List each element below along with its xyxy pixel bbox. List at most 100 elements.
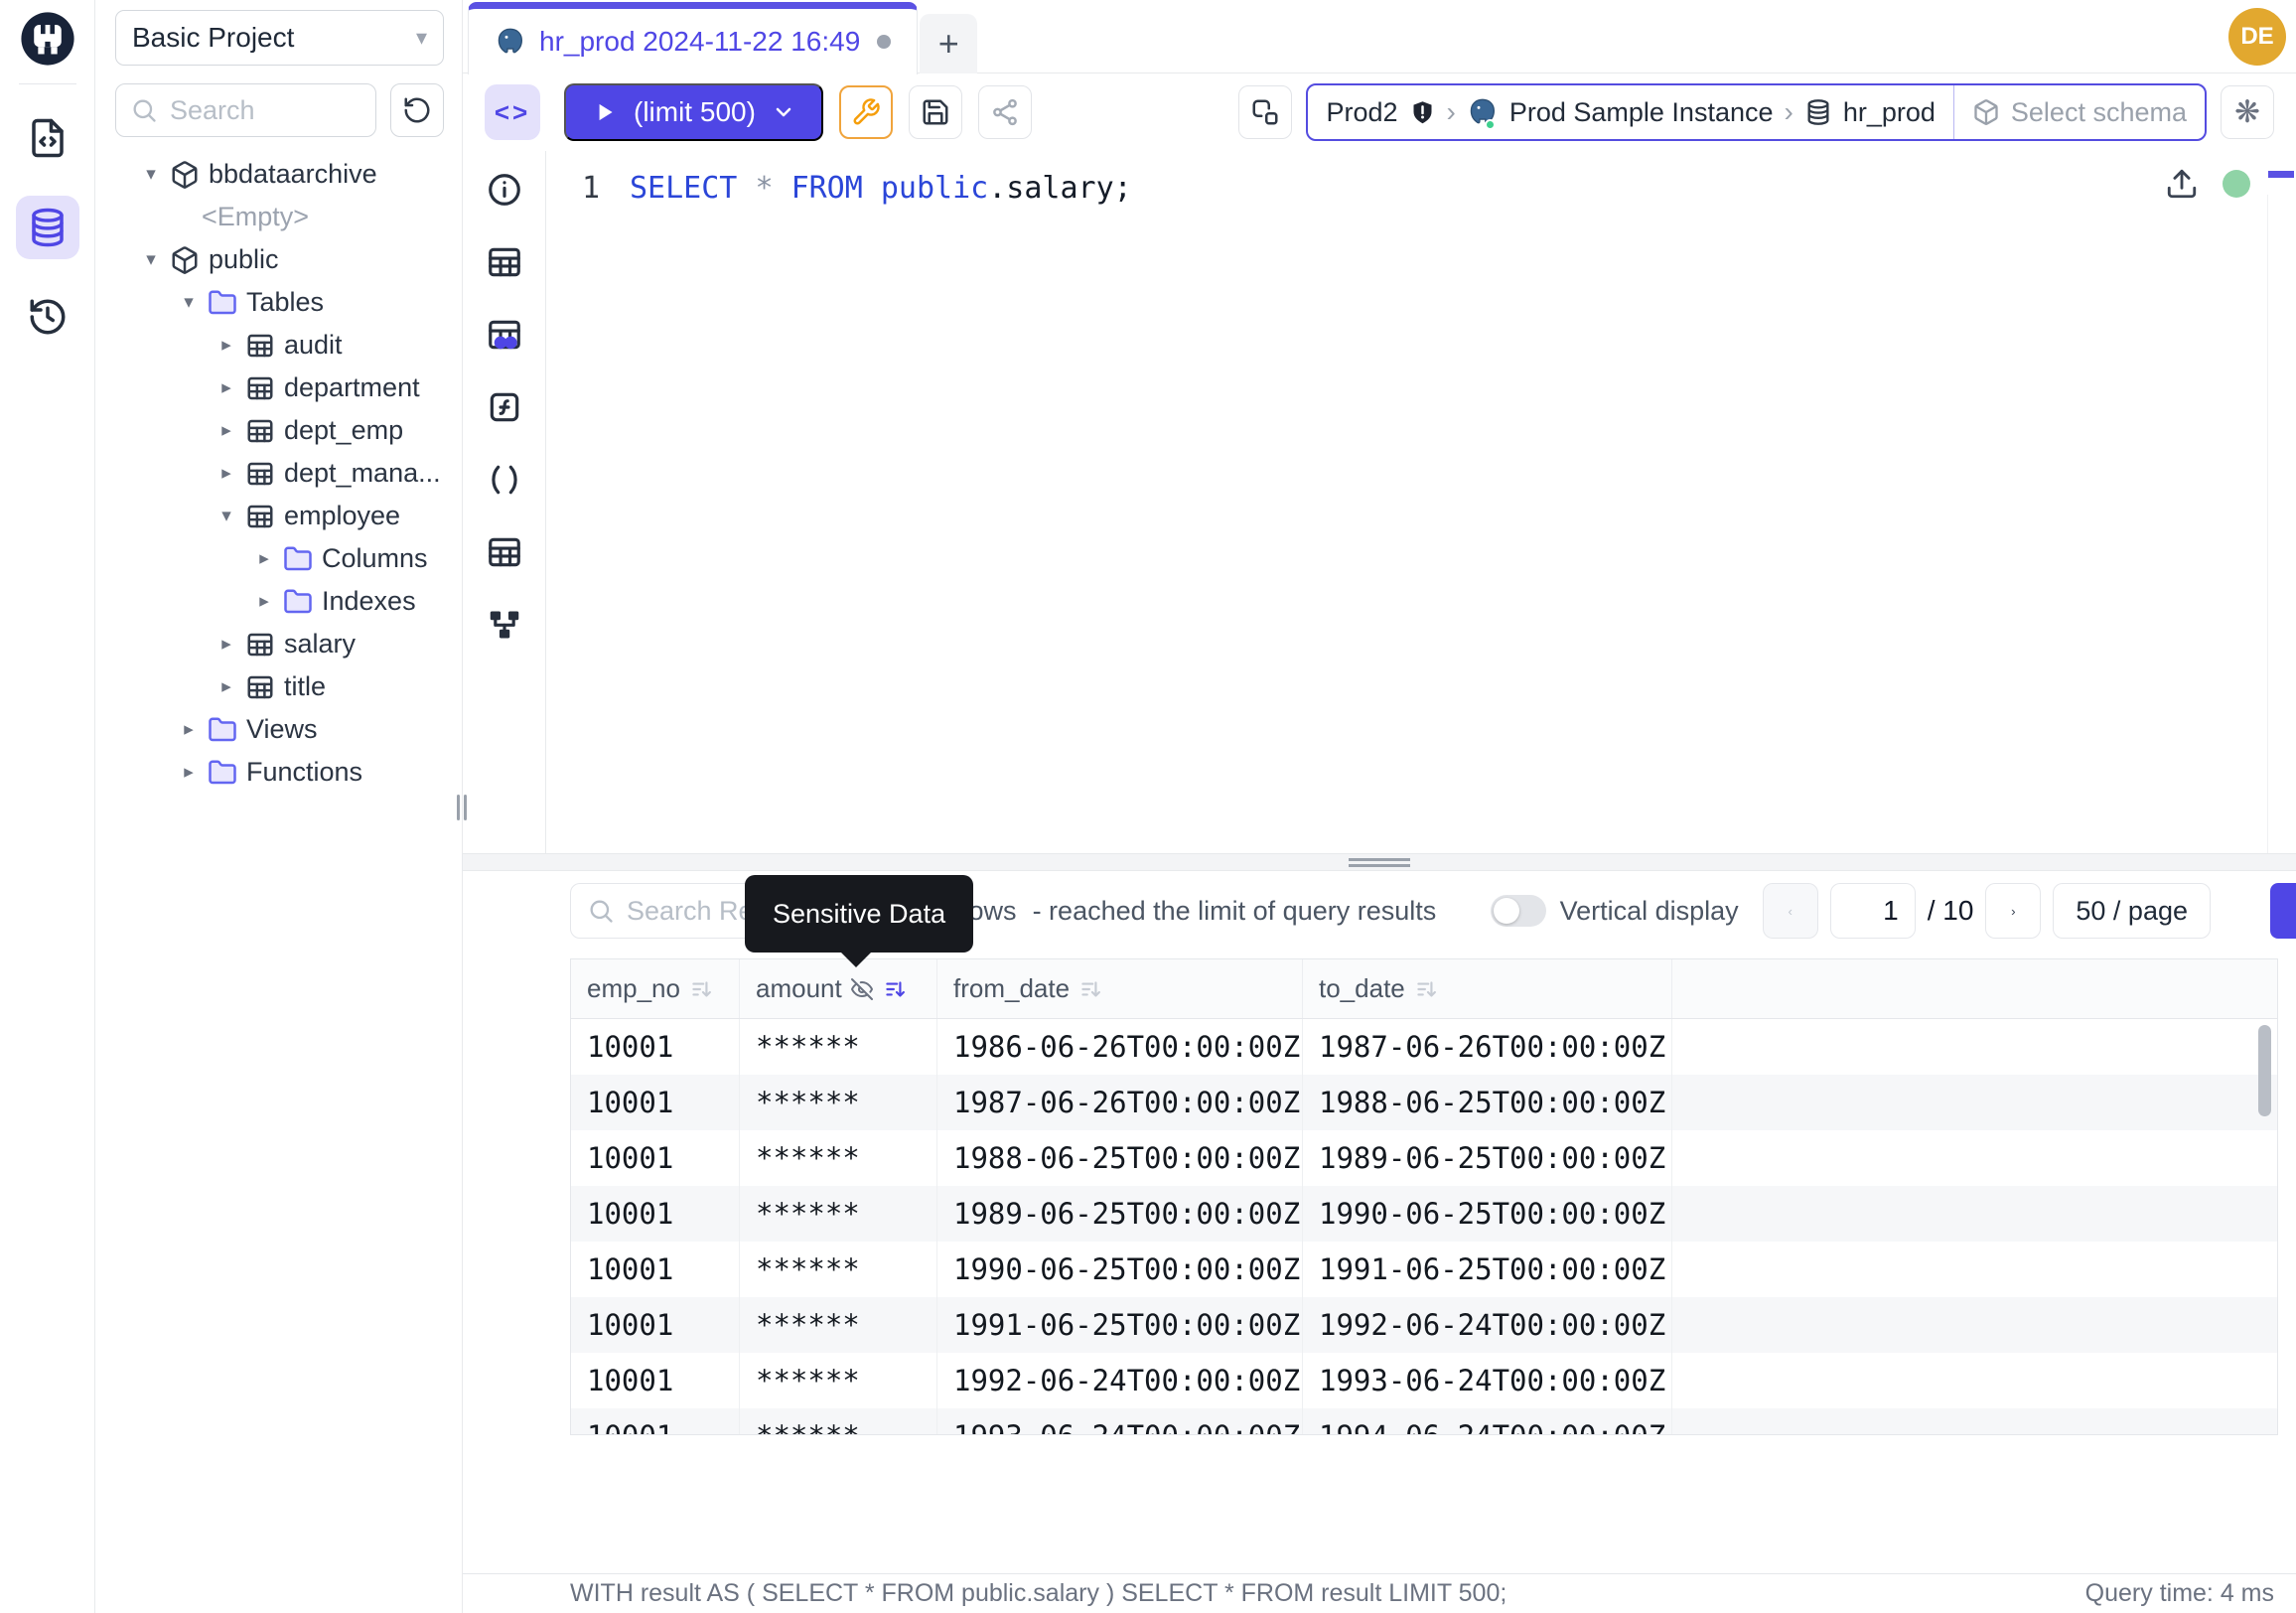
upload-icon[interactable] — [2165, 167, 2199, 201]
table-cell[interactable]: ****** — [740, 1075, 937, 1130]
ai-assistant-button[interactable]: ❋ — [2221, 85, 2274, 139]
project-selector[interactable]: Basic Project ▾ — [115, 10, 444, 66]
table-cell[interactable]: ****** — [740, 1242, 937, 1297]
new-tab-button[interactable]: + — [920, 14, 977, 73]
column-header-from_date[interactable]: from_date — [937, 959, 1303, 1018]
prev-page-button[interactable]: ‹ — [1763, 883, 1818, 939]
table-cell[interactable]: 1987-06-26T00:00:00Z — [937, 1075, 1303, 1130]
tree-item-columns[interactable]: ▸Columns — [115, 537, 444, 580]
table-cell[interactable] — [1672, 1019, 2277, 1075]
table-cell[interactable] — [1672, 1130, 2277, 1186]
table-cell[interactable]: 1989-06-25T00:00:00Z — [937, 1186, 1303, 1242]
table-cell[interactable]: ****** — [740, 1019, 937, 1075]
batch-query-button[interactable] — [1238, 85, 1292, 139]
table-cell[interactable]: 1991-06-25T00:00:00Z — [937, 1297, 1303, 1353]
tree-item-audit[interactable]: ▸audit — [115, 324, 444, 367]
table-sensitive-icon[interactable] — [486, 316, 523, 354]
tree-item-empty[interactable]: <Empty> — [115, 196, 444, 238]
chevron-right-icon[interactable]: ▸ — [254, 590, 274, 613]
format-sql-button[interactable] — [839, 85, 893, 139]
table-cell[interactable]: 10001 — [571, 1353, 740, 1408]
rail-item-databases[interactable] — [16, 196, 79, 259]
sort-icon[interactable] — [882, 976, 908, 1002]
chevron-right-icon[interactable]: ▸ — [216, 675, 236, 698]
table-cell[interactable]: 10001 — [571, 1075, 740, 1130]
chevron-right-icon[interactable]: ▸ — [179, 761, 199, 784]
chevron-right-icon[interactable]: ▸ — [216, 633, 236, 656]
next-page-button[interactable]: › — [1985, 883, 2041, 939]
table-cell[interactable]: 1992-06-24T00:00:00Z — [937, 1353, 1303, 1408]
table-cell[interactable]: 10001 — [571, 1130, 740, 1186]
refresh-button[interactable] — [390, 83, 444, 137]
tree-item-views[interactable]: ▸Views — [115, 708, 444, 751]
table-cell[interactable]: 1993-06-24T00:00:00Z — [937, 1408, 1303, 1435]
table-cell[interactable]: 1988-06-25T00:00:00Z — [937, 1130, 1303, 1186]
sql-statement[interactable]: SELECT * FROM public.salary; — [630, 171, 1132, 853]
table-cell[interactable]: 1990-06-25T00:00:00Z — [1303, 1186, 1672, 1242]
column-header-empty[interactable] — [1672, 959, 2277, 1018]
table-cell[interactable]: 10001 — [571, 1242, 740, 1297]
chevron-down-icon[interactable]: ▾ — [141, 248, 161, 271]
schema-diagram-icon[interactable] — [486, 606, 523, 644]
table-cell[interactable]: 1991-06-25T00:00:00Z — [1303, 1242, 1672, 1297]
eye-off-icon[interactable] — [850, 977, 874, 1001]
run-query-button[interactable]: (limit 500) — [564, 83, 823, 141]
tree-item-tables[interactable]: ▾Tables — [115, 281, 444, 324]
info-icon[interactable] — [486, 171, 523, 209]
chevron-right-icon[interactable]: ▸ — [216, 419, 236, 442]
table-cell[interactable]: ****** — [740, 1353, 937, 1408]
table-cell[interactable]: 1993-06-24T00:00:00Z — [1303, 1353, 1672, 1408]
chevron-right-icon[interactable]: ▸ — [216, 334, 236, 357]
table-cell[interactable] — [1672, 1353, 2277, 1408]
avatar[interactable]: DE — [2228, 8, 2286, 66]
tree-item-bbdataarchive[interactable]: ▾bbdataarchive — [115, 153, 444, 196]
table-cell[interactable]: 1989-06-25T00:00:00Z — [1303, 1130, 1672, 1186]
table-cell[interactable]: 10001 — [571, 1186, 740, 1242]
table-cell[interactable]: ****** — [740, 1130, 937, 1186]
page-number-input[interactable]: 1 — [1830, 883, 1916, 939]
table-cell[interactable] — [1672, 1186, 2277, 1242]
export-button[interactable] — [2270, 883, 2296, 939]
sort-icon[interactable] — [1077, 976, 1103, 1002]
chevron-down-icon[interactable]: ▾ — [141, 163, 161, 186]
table-cell[interactable]: 10001 — [571, 1019, 740, 1075]
tree-item-employee[interactable]: ▾employee — [115, 495, 444, 537]
explorer-search-box[interactable] — [115, 83, 376, 137]
tab-worksheet[interactable]: hr_prod 2024-11-22 16:49 — [468, 2, 918, 74]
column-header-emp_no[interactable]: emp_no — [571, 959, 740, 1018]
table-cell[interactable]: 10001 — [571, 1297, 740, 1353]
table-scrollbar-thumb[interactable] — [2258, 1025, 2271, 1116]
tree-item-title[interactable]: ▸title — [115, 665, 444, 708]
table-icon[interactable] — [486, 243, 523, 281]
table-cell[interactable]: 1992-06-24T00:00:00Z — [1303, 1297, 1672, 1353]
table-icon[interactable] — [486, 533, 523, 571]
tree-item-functions[interactable]: ▸Functions — [115, 751, 444, 794]
sort-icon[interactable] — [1413, 976, 1439, 1002]
page-size-select[interactable]: 50 / page — [2053, 883, 2211, 939]
tree-item-dept-emp[interactable]: ▸dept_emp — [115, 409, 444, 452]
table-cell[interactable] — [1672, 1297, 2277, 1353]
explorer-search-input[interactable] — [170, 95, 319, 126]
tree-item-salary[interactable]: ▸salary — [115, 623, 444, 665]
column-header-amount[interactable]: amount — [740, 959, 937, 1018]
table-cell[interactable] — [1672, 1075, 2277, 1130]
save-button[interactable] — [909, 85, 962, 139]
table-cell[interactable]: 1988-06-25T00:00:00Z — [1303, 1075, 1672, 1130]
vertical-display-toggle[interactable] — [1491, 895, 1546, 927]
function-icon[interactable] — [486, 388, 523, 426]
parens-icon[interactable] — [486, 461, 523, 499]
chevron-down-icon[interactable]: ▾ — [179, 291, 199, 314]
table-cell[interactable]: 1986-06-26T00:00:00Z — [937, 1019, 1303, 1075]
table-cell[interactable]: ****** — [740, 1186, 937, 1242]
table-cell[interactable]: ****** — [740, 1297, 937, 1353]
chevron-down-icon[interactable]: ▾ — [216, 505, 236, 527]
table-cell[interactable]: 1994-06-24T00:00:00Z — [1303, 1408, 1672, 1435]
table-cell[interactable]: 1987-06-26T00:00:00Z — [1303, 1019, 1672, 1075]
rail-item-history[interactable] — [16, 285, 79, 349]
tree-item-indexes[interactable]: ▸Indexes — [115, 580, 444, 623]
tree-item-public[interactable]: ▾public — [115, 238, 444, 281]
chevron-right-icon[interactable]: ▸ — [254, 547, 274, 570]
table-cell[interactable] — [1672, 1242, 2277, 1297]
table-cell[interactable] — [1672, 1408, 2277, 1435]
code-panel-button[interactable]: <> — [485, 84, 540, 140]
